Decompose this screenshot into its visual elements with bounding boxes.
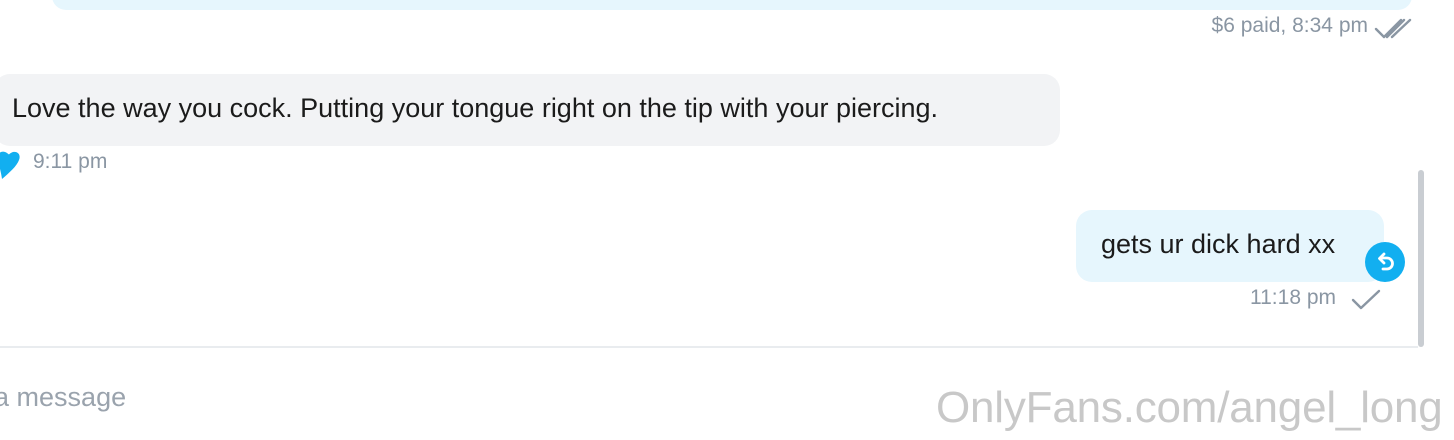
composer-divider [0, 346, 1418, 348]
message-time: 11:18 pm [1250, 286, 1336, 309]
message-time: 8:34 pm [1292, 14, 1368, 37]
heart-icon[interactable] [0, 149, 22, 186]
watermark: OnlyFans.com/angel_long [936, 383, 1443, 432]
message-time: 9:11 pm [33, 150, 108, 173]
message-text: Love the way you cock. Putting your tong… [12, 93, 939, 123]
message-bubble-outgoing[interactable] [52, 0, 1412, 10]
chat-window: $6 paid, 8:34 pm Love the way you cock. … [0, 0, 1454, 440]
check-icon [1350, 288, 1382, 317]
message-input[interactable] [0, 374, 860, 420]
undo-button[interactable] [1365, 242, 1405, 282]
message-text: gets ur dick hard xx [1101, 229, 1336, 259]
scrollbar-thumb[interactable] [1418, 170, 1424, 347]
message-meta: $6 paid, 8:34 pm [1212, 14, 1368, 38]
payment-status: $6 paid, [1211, 14, 1287, 37]
undo-icon [1378, 252, 1394, 271]
double-check-icon [1374, 16, 1412, 47]
